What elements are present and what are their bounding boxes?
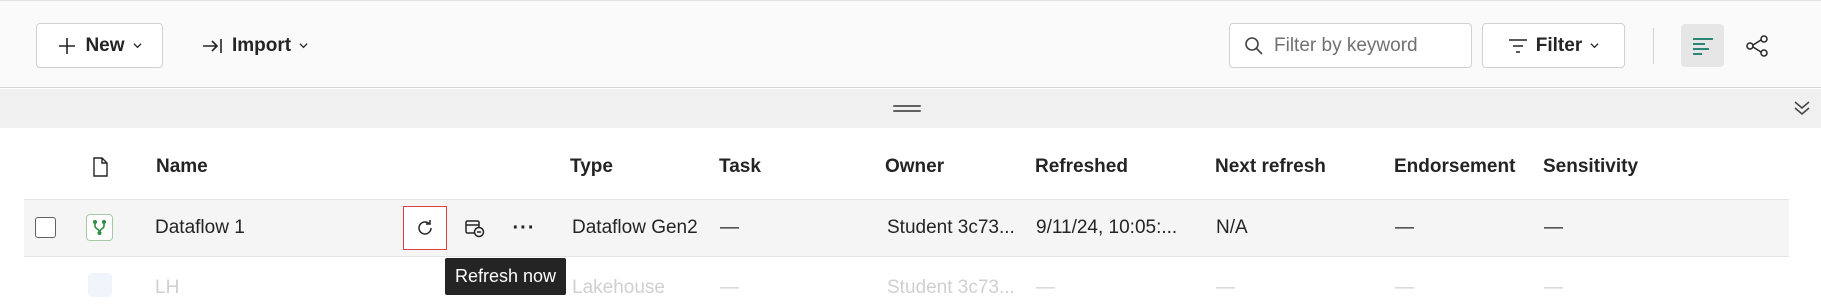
filter-button-label: Filter [1535, 34, 1583, 56]
row-next-refresh: — [1216, 277, 1235, 298]
row-endorsement: — [1395, 217, 1414, 238]
column-header-endorsement[interactable]: Endorsement [1394, 156, 1515, 178]
row-checkbox[interactable] [35, 217, 56, 238]
collapse-icon[interactable] [1791, 97, 1813, 119]
more-options-button[interactable]: ··· [502, 206, 546, 250]
row-sensitivity: — [1544, 277, 1563, 298]
toolbar-divider [1653, 28, 1654, 64]
row-next-refresh: N/A [1216, 217, 1248, 238]
refresh-icon [418, 220, 432, 235]
table-header: Name Type Task Owner Refreshed Next refr… [24, 148, 1789, 188]
new-button[interactable]: New [36, 23, 163, 68]
schedule-button[interactable] [453, 206, 497, 250]
file-icon [93, 157, 108, 177]
more-icon: ··· [512, 216, 536, 239]
row-task: — [720, 277, 739, 298]
import-icon [203, 38, 222, 53]
chevron-down-icon [1590, 43, 1599, 49]
refresh-tooltip: Refresh now [445, 258, 566, 295]
filter-button[interactable]: Filter [1482, 23, 1625, 68]
lakehouse-icon [88, 273, 112, 297]
import-button-label: Import [232, 34, 292, 56]
table-row[interactable]: LH Lakehouse — Student 3c73... — — — — [0, 259, 1821, 307]
row-name[interactable]: Dataflow 1 [155, 217, 245, 239]
column-header-task[interactable]: Task [719, 156, 761, 178]
search-input[interactable] [1274, 34, 1454, 57]
column-header-sensitivity[interactable]: Sensitivity [1543, 156, 1638, 178]
row-refreshed: 9/11/24, 10:05:... [1036, 217, 1178, 238]
row-owner: Student 3c73... [887, 217, 1015, 238]
refresh-button[interactable] [403, 206, 447, 250]
row-name[interactable]: LH [155, 277, 179, 299]
list-view-button[interactable] [1681, 24, 1724, 67]
filter-icon [1508, 38, 1527, 53]
lineage-view-icon [1745, 34, 1768, 57]
list-view-icon [1692, 37, 1713, 55]
column-header-refreshed[interactable]: Refreshed [1035, 156, 1128, 178]
pane-splitter[interactable] [0, 89, 1821, 128]
drag-handle-icon[interactable] [893, 105, 921, 113]
new-button-label: New [85, 34, 125, 56]
column-header-name[interactable]: Name [156, 156, 208, 178]
row-type: Lakehouse [572, 277, 665, 298]
chevron-down-icon [132, 43, 142, 49]
column-header-owner[interactable]: Owner [885, 156, 944, 178]
row-task: — [720, 217, 739, 238]
command-bar: New Import Filter [0, 0, 1821, 88]
row-endorsement: — [1395, 277, 1414, 298]
schedule-icon [465, 220, 485, 238]
row-owner: Student 3c73... [887, 277, 1015, 298]
row-refreshed: — [1036, 277, 1055, 298]
chevron-down-icon [299, 43, 308, 49]
column-header-next-refresh[interactable]: Next refresh [1215, 156, 1326, 178]
row-type: Dataflow Gen2 [572, 217, 698, 238]
search-box[interactable] [1229, 23, 1472, 68]
import-button[interactable]: Import [202, 23, 308, 68]
table-row[interactable]: Dataflow 1 ··· Dataflow Gen2 — Student 3… [24, 199, 1789, 257]
dataflow-icon [86, 214, 113, 241]
column-header-type[interactable]: Type [570, 156, 613, 178]
plus-icon [59, 37, 76, 54]
row-sensitivity: — [1544, 217, 1563, 238]
search-icon [1245, 36, 1263, 55]
lineage-view-button[interactable] [1735, 24, 1778, 67]
